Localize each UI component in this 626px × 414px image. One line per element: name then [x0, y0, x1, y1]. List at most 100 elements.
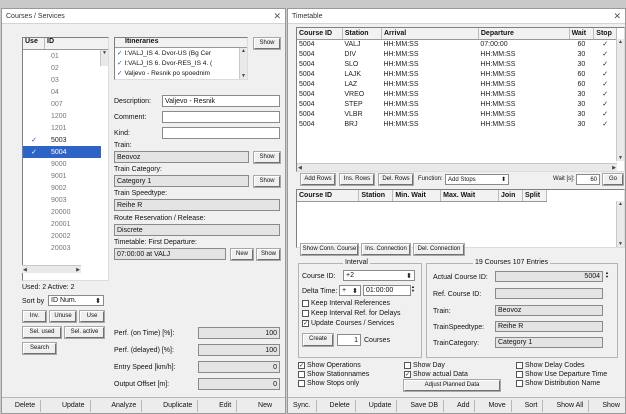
- itinerary-item[interactable]: ✓ I:VALJ_IS 4. Dvor-US (Bg Cer: [115, 48, 247, 58]
- timetable-cell[interactable]: VALJ: [342, 39, 381, 49]
- id-list-id-cell[interactable]: 03: [45, 74, 101, 86]
- timetable-row[interactable]: 5004 SLO HH:MM:SS HH:MM:SS 30 ✓: [297, 59, 617, 69]
- id-list-row[interactable]: 1201: [23, 122, 101, 134]
- show-use-departure-checkbox[interactable]: Show Use Departure Time: [516, 371, 607, 378]
- scroll-up-icon[interactable]: ▲: [618, 201, 623, 207]
- show-delay-codes-checkbox[interactable]: Show Delay Codes: [516, 362, 585, 369]
- timetable-cell[interactable]: 30: [569, 49, 594, 59]
- id-list-id-cell[interactable]: 5003: [45, 134, 101, 146]
- timetable-cell[interactable]: VREO: [342, 89, 381, 99]
- show-button[interactable]: Show: [597, 400, 625, 412]
- show-operations-checkbox[interactable]: ✓ Show Operations: [298, 362, 361, 369]
- id-list-row[interactable]: ✓ 5004: [23, 146, 101, 158]
- scroll-down-icon[interactable]: ▼: [618, 241, 623, 247]
- conn-col-max-wait[interactable]: Max. Wait: [440, 190, 499, 202]
- timetable-row[interactable]: 5004 BRJ HH:MM:SS HH:MM:SS 30 ✓: [297, 119, 617, 129]
- timetable-grid[interactable]: Course ID Station Arrival Departure Wait…: [296, 27, 625, 172]
- id-list-row[interactable]: 9003: [23, 194, 101, 206]
- delete-button[interactable]: Delete: [325, 399, 356, 412]
- perf-delayed-field[interactable]: 100: [198, 344, 280, 356]
- id-list-row[interactable]: 20000: [23, 206, 101, 218]
- sel-active-button[interactable]: Sel. active: [64, 326, 105, 339]
- scroll-up-icon[interactable]: ▲: [241, 48, 246, 54]
- keep-interval-refs-checkbox[interactable]: Keep Interval References: [302, 300, 390, 307]
- output-offset-field[interactable]: 0: [198, 378, 280, 390]
- id-list-row[interactable]: 9001: [23, 170, 101, 182]
- train-category-show-button[interactable]: Show: [253, 175, 281, 188]
- show-conn-course-button[interactable]: Show Conn. Course: [300, 243, 359, 256]
- timetable-row[interactable]: 5004 VREO HH:MM:SS HH:MM:SS 30 ✓: [297, 89, 617, 99]
- timetable-cell[interactable]: 5004: [297, 59, 342, 69]
- id-list-row[interactable]: 9002: [23, 182, 101, 194]
- timetable-row[interactable]: 5004 VALJ HH:MM:SS 07:00:00 60 ✓: [297, 39, 617, 49]
- create-count-field[interactable]: 1: [337, 334, 361, 346]
- id-list-use-cell[interactable]: [23, 50, 45, 62]
- timetable-cell[interactable]: 30: [569, 119, 594, 129]
- id-list-id-cell[interactable]: 1201: [45, 122, 101, 134]
- search-button[interactable]: Search: [22, 342, 57, 355]
- id-list-use-cell[interactable]: [23, 62, 45, 74]
- timetable-cell[interactable]: 5004: [297, 119, 342, 129]
- timetable-cell[interactable]: 5004: [297, 39, 342, 49]
- timetable-cell[interactable]: ✓: [594, 119, 617, 129]
- wait-field[interactable]: 60: [576, 174, 600, 185]
- summary-train-field[interactable]: Beovoz: [495, 305, 603, 316]
- delete-button[interactable]: Delete: [10, 399, 42, 412]
- timetable-new-button[interactable]: New: [230, 248, 254, 261]
- ref-course-id-field[interactable]: [495, 288, 603, 299]
- id-list-use-cell[interactable]: [23, 194, 45, 206]
- id-list-id-cell[interactable]: 9001: [45, 170, 101, 182]
- unuse-button[interactable]: Unuse: [49, 310, 77, 323]
- id-list-id-cell[interactable]: 1200: [45, 110, 101, 122]
- show-stationnames-checkbox[interactable]: Show Stationnames: [298, 371, 369, 378]
- go-button[interactable]: Go: [602, 173, 624, 186]
- scroll-down-icon[interactable]: ▼: [618, 155, 623, 161]
- timetable-hscrollbar[interactable]: ◀ ▶: [297, 163, 617, 171]
- timetable-cell[interactable]: HH:MM:SS: [382, 79, 479, 89]
- train-field[interactable]: Beovoz: [114, 151, 249, 163]
- timetable-cell[interactable]: 60: [569, 39, 594, 49]
- scroll-left-icon[interactable]: ◀: [23, 267, 27, 273]
- id-list-use-cell[interactable]: [23, 230, 45, 242]
- id-list-row[interactable]: 04: [23, 86, 101, 98]
- col-wait[interactable]: Wait: [569, 28, 595, 40]
- timetable-cell[interactable]: HH:MM:SS: [382, 99, 479, 109]
- close-icon[interactable]: ✕: [273, 11, 281, 22]
- id-list-row[interactable]: 02: [23, 62, 101, 74]
- actual-course-spinner[interactable]: ▲ ▼: [605, 271, 612, 279]
- timetable-cell[interactable]: 5004: [297, 109, 342, 119]
- timetable-cell[interactable]: ✓: [594, 59, 617, 69]
- id-list-id-cell[interactable]: 20003: [45, 242, 101, 254]
- id-list-row[interactable]: 007: [23, 98, 101, 110]
- summary-category-field[interactable]: Category 1: [495, 337, 603, 348]
- sel-used-button[interactable]: Sel. used: [22, 326, 62, 339]
- timetable-cell[interactable]: ✓: [594, 99, 617, 109]
- timetable-cell[interactable]: 30: [569, 99, 594, 109]
- timetable-cell[interactable]: 07:00:00: [478, 39, 569, 49]
- timetable-cell[interactable]: LAZ: [342, 79, 381, 89]
- connection-vscrollbar[interactable]: ▲ ▼: [616, 201, 624, 247]
- col-station[interactable]: Station: [342, 28, 383, 40]
- id-list-id-cell[interactable]: 5004: [45, 146, 101, 158]
- timetable-cell[interactable]: HH:MM:SS: [382, 49, 479, 59]
- scroll-left-icon[interactable]: ◀: [298, 165, 302, 171]
- timetable-cell[interactable]: HH:MM:SS: [382, 89, 479, 99]
- itineraries-scrollbar[interactable]: ▲ ▼: [239, 48, 247, 79]
- timetable-cell[interactable]: HH:MM:SS: [478, 79, 569, 89]
- adjust-planned-data-button[interactable]: Adjust Planned Data: [403, 379, 501, 392]
- timetable-row[interactable]: 5004 LAJK HH:MM:SS HH:MM:SS 60 ✓: [297, 69, 617, 79]
- conn-col-station[interactable]: Station: [358, 190, 394, 202]
- scroll-down-icon[interactable]: ▼: [102, 50, 107, 56]
- show-distribution-checkbox[interactable]: Show Distribution Name: [516, 380, 600, 387]
- edit-button[interactable]: Edit: [214, 399, 238, 412]
- conn-col-split[interactable]: Split: [522, 190, 548, 202]
- close-icon[interactable]: ✕: [613, 11, 621, 22]
- id-list-use-cell[interactable]: [23, 98, 45, 110]
- connection-grid[interactable]: Course ID Station Min. Wait Max. Wait Jo…: [296, 189, 625, 248]
- update-button[interactable]: Update: [57, 399, 91, 412]
- id-list-id-cell[interactable]: 9002: [45, 182, 101, 194]
- id-list-id-cell[interactable]: 007: [45, 98, 101, 110]
- col-arrival[interactable]: Arrival: [381, 28, 479, 40]
- save-db-button[interactable]: Save DB: [405, 399, 444, 412]
- show-day-checkbox[interactable]: Show Day: [404, 362, 445, 369]
